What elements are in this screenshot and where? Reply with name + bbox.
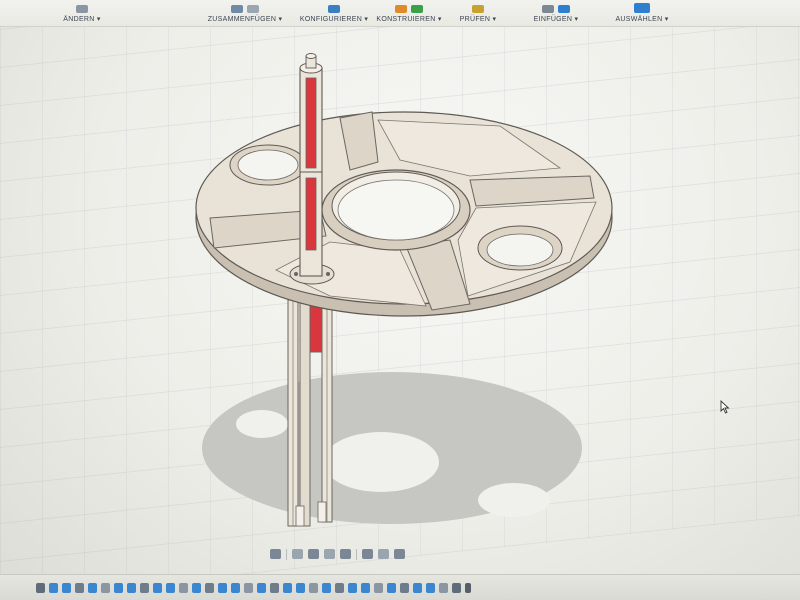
timeline-feature-icon[interactable] [192,582,201,593]
insert-image-icon [558,5,570,13]
timeline-feature-icon[interactable] [153,582,162,593]
timeline-feature-icon[interactable] [127,582,136,593]
menu-assemble-label: ZUSAMMENFÜGEN [208,15,283,23]
nav-divider [356,548,357,560]
timeline-feature-icon[interactable] [244,582,253,593]
timeline-feature-icon[interactable] [166,582,175,593]
timeline-feature-icon[interactable] [335,582,344,593]
menu-inspect-label: PRÜFEN [460,15,497,23]
orbit-icon[interactable] [270,549,281,559]
timeline-feature-icon[interactable] [257,582,266,593]
timeline-feature-icon[interactable] [231,582,240,593]
menu-construct-label: KONSTRUIEREN [376,15,441,23]
assemble-joint-icon [247,5,259,13]
navigation-bar [270,546,405,562]
timeline-feature-icon[interactable] [374,582,383,593]
timeline-feature-icon[interactable] [114,582,123,593]
menu-insert-label: EINFÜGEN [534,15,579,23]
timeline-feature-icon[interactable] [387,582,396,593]
timeline-feature-icon[interactable] [88,582,97,593]
model-viewport[interactable] [0,0,800,600]
design-timeline [0,574,800,600]
timeline-feature-icon[interactable] [348,582,357,593]
timeline-feature-icon[interactable] [322,582,331,593]
timeline-feature-icon[interactable] [296,582,305,593]
grid-snap-icon[interactable] [378,549,389,559]
menu-select[interactable]: AUSWÄHLEN [612,0,672,26]
menu-configure-label: KONFIGURIEREN [300,15,368,23]
timeline-feature-icon[interactable] [62,582,71,593]
timeline-feature-icon[interactable] [426,582,435,593]
select-icon [634,3,650,13]
timeline-feature-icon[interactable] [270,582,279,593]
pan-icon[interactable] [308,549,319,559]
ribbon-toolbar: ÄNDERN ZUSAMMENFÜGEN KONFIGURIEREN KONST… [0,0,800,27]
timeline-settings-icon[interactable] [452,582,461,593]
menu-insert[interactable]: EINFÜGEN [532,0,580,26]
menu-modify-label: ÄNDERN [63,15,100,23]
menu-modify[interactable]: ÄNDERN [52,0,112,26]
timeline-feature-icon[interactable] [179,582,188,593]
timeline-feature-icon[interactable] [75,582,84,593]
timeline-feature-icon[interactable] [205,582,214,593]
timeline-feature-icon[interactable] [400,582,409,593]
menu-construct[interactable]: KONSTRUIEREN [376,0,442,26]
vertical-rod [299,53,323,277]
timeline-feature-icon[interactable] [309,582,318,593]
fit-icon[interactable] [340,549,351,559]
menu-assemble[interactable]: ZUSAMMENFÜGEN [206,0,284,26]
timeline-feature-icon[interactable] [439,582,448,593]
model-shadow [202,372,582,524]
menu-select-label: AUSWÄHLEN [615,15,668,23]
timeline-feature-icon[interactable] [101,582,110,593]
construct-icon [395,5,407,13]
timeline-feature-icon[interactable] [361,582,370,593]
timeline-start-icon[interactable] [36,582,45,593]
mouse-cursor-icon [720,400,730,414]
insert-icon [542,5,554,13]
display-settings-icon[interactable] [362,549,373,559]
timeline-marker-icon[interactable] [465,582,471,593]
timeline-feature-icon[interactable] [283,582,292,593]
round-plate [195,111,613,317]
menu-configure[interactable]: KONFIGURIEREN [300,0,368,26]
inspect-icon [472,5,484,13]
modify-icon [76,5,88,13]
timeline-feature-icon[interactable] [218,582,227,593]
look-at-icon[interactable] [292,549,303,559]
timeline-feature-icon[interactable] [49,582,58,593]
timeline-feature-icon[interactable] [413,582,422,593]
construct-plane-icon [411,5,423,13]
configure-icon [328,5,340,13]
menu-inspect[interactable]: PRÜFEN [458,0,498,26]
timeline-feature-icon[interactable] [140,582,149,593]
lower-rails [287,299,333,527]
nav-divider [286,548,287,560]
cad-window: ÄNDERN ZUSAMMENFÜGEN KONFIGURIEREN KONST… [0,0,800,600]
zoom-icon[interactable] [324,549,335,559]
assemble-icon [231,5,243,13]
viewports-icon[interactable] [394,549,405,559]
